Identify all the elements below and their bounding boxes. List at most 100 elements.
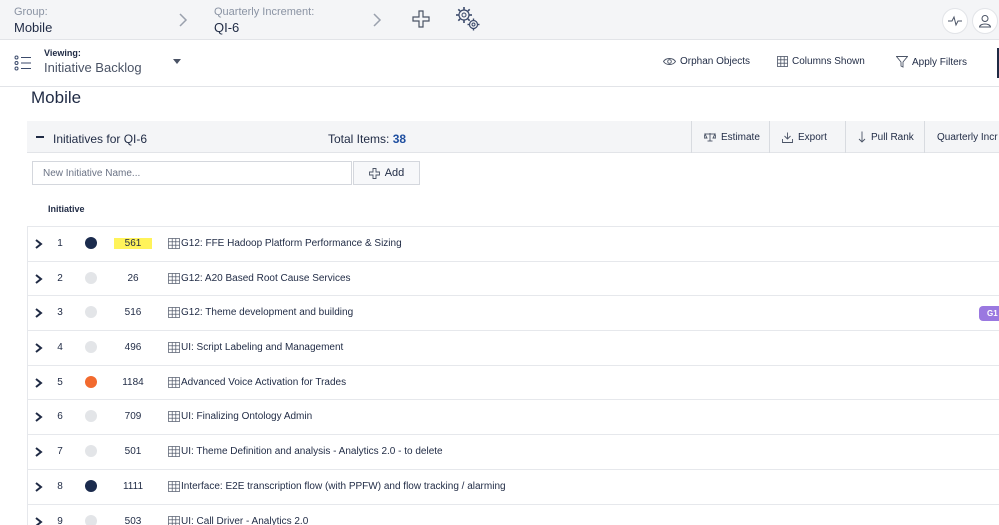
row-rank: 5	[57, 376, 63, 388]
group-selector[interactable]: Group: Mobile	[14, 6, 52, 36]
pull-rank-button[interactable]: Pull Rank	[845, 121, 924, 153]
qi-label: Quarterly Increment:	[214, 6, 315, 18]
expand-chevron-icon[interactable]	[34, 307, 44, 319]
table-row[interactable]: 5 1184 Advanced Voice Activation for Trade…	[27, 364, 999, 400]
initiative-id[interactable]: 516	[114, 307, 152, 318]
initiative-grid-icon	[168, 376, 180, 388]
expand-chevron-icon[interactable]	[34, 342, 44, 354]
initiative-id[interactable]: 1184	[114, 377, 152, 388]
page-title: Mobile	[31, 88, 82, 107]
columns-grid-icon	[777, 56, 788, 67]
column-header-initiative: Initiative	[48, 204, 85, 214]
export-button[interactable]: Export	[769, 121, 845, 153]
arrow-down-icon	[858, 131, 866, 143]
expand-chevron-icon[interactable]	[34, 377, 44, 389]
initiative-name[interactable]: UI: Theme Definition and analysis - Anal…	[181, 446, 443, 457]
settings-gears-icon[interactable]	[454, 5, 482, 33]
initiative-name[interactable]: G12: FFE Hadoop Platform Performance & S…	[181, 238, 402, 249]
expand-chevron-icon[interactable]	[34, 411, 44, 423]
initiative-grid-icon	[168, 515, 180, 525]
pulse-icon	[948, 15, 962, 27]
quarterly-increment-button[interactable]: Quarterly Incr	[924, 121, 999, 153]
view-bar: Viewing: Initiative Backlog Orphan Objec…	[0, 40, 999, 87]
row-rank: 4	[57, 342, 63, 354]
total-items: Total Items: 38	[328, 132, 406, 146]
quarterly-increment-selector[interactable]: Quarterly Increment: QI-6	[214, 6, 314, 36]
expand-chevron-icon[interactable]	[34, 273, 44, 285]
initiative-grid-icon	[168, 446, 180, 457]
table-row[interactable]: 3 516 G12: Theme development and building G…	[27, 295, 999, 331]
initiative-id[interactable]: 496	[114, 342, 152, 353]
expand-chevron-icon[interactable]	[34, 238, 44, 250]
initiative-name[interactable]: Advanced Voice Activation for Trades	[181, 377, 346, 388]
group-value: Mobile	[14, 20, 53, 35]
eye-icon	[663, 58, 676, 65]
table-row[interactable]: 2 26 G12: A20 Based Root Cause Services	[27, 260, 999, 296]
status-dot	[85, 479, 97, 492]
initiative-name[interactable]: Interface: E2E transcription flow (with …	[181, 481, 506, 492]
table-row[interactable]: 7 501 UI: Theme Definition and analysis - …	[27, 434, 999, 469]
initiative-id[interactable]: 561	[114, 238, 152, 249]
initiative-name[interactable]: G12: A20 Based Root Cause Services	[181, 273, 351, 284]
initiative-name[interactable]: G12: Theme development and building	[181, 307, 353, 318]
columns-shown-button[interactable]: Columns Shown	[777, 56, 865, 67]
list-view-icon	[14, 55, 31, 71]
pull-rank-label: Pull Rank	[871, 131, 914, 143]
add-icon[interactable]	[412, 10, 430, 28]
status-dot	[85, 306, 97, 319]
initiative-id[interactable]: 709	[114, 411, 152, 422]
chevron-right-icon	[179, 13, 188, 27]
apply-filters-label: Apply Filters	[912, 56, 968, 68]
initiative-id[interactable]: 1111	[114, 481, 152, 492]
status-dot	[85, 375, 97, 388]
status-dot	[85, 514, 97, 525]
apply-filters-button[interactable]: Apply Filters	[896, 56, 967, 68]
status-dot	[85, 341, 97, 354]
quarterly-increment-label: Quarterly Incr	[937, 131, 998, 143]
caret-down-icon[interactable]	[173, 59, 181, 64]
export-label: Export	[798, 131, 827, 143]
orphan-objects-label: Orphan Objects	[680, 56, 751, 67]
view-selector[interactable]: Initiative Backlog	[44, 60, 142, 75]
initiative-grid-icon	[168, 411, 180, 423]
qi-value: QI-6	[214, 20, 240, 35]
initiative-id[interactable]: 501	[114, 446, 152, 457]
initiative-name[interactable]: UI: Script Labeling and Management	[181, 342, 343, 353]
initiative-name[interactable]: UI: Finalizing Ontology Admin	[181, 411, 312, 422]
table-row[interactable]: 9 503 UI: Call Driver - Analytics 2.0	[27, 503, 999, 525]
collapse-icon[interactable]	[36, 136, 44, 138]
status-dot	[85, 410, 97, 423]
add-label: Add	[384, 167, 405, 179]
orphan-objects-button[interactable]: Orphan Objects	[663, 56, 750, 67]
initiative-name[interactable]: UI: Call Driver - Analytics 2.0	[181, 516, 308, 525]
estimate-label: Estimate	[721, 131, 760, 143]
table-row[interactable]: 6 709 UI: Finalizing Ontology Admin	[27, 399, 999, 435]
tag-badge: G1	[979, 306, 999, 322]
table-row[interactable]: 4 496 UI: Script Labeling and Management	[27, 330, 999, 365]
table-row[interactable]: 1 561 G12: FFE Hadoop Platform Performance…	[27, 226, 999, 261]
group-label: Group:	[14, 6, 48, 18]
estimate-button[interactable]: Estimate	[691, 121, 769, 153]
initiative-grid-icon	[168, 272, 180, 284]
activity-button[interactable]	[942, 8, 968, 34]
initiative-grid-icon	[168, 480, 180, 492]
new-initiative-input[interactable]	[32, 161, 352, 185]
chevron-right-icon	[373, 13, 382, 27]
initiative-grid-icon	[168, 307, 180, 319]
export-icon	[782, 132, 793, 143]
table-row[interactable]: 8 1111 Interface: E2E transcription flow (…	[27, 468, 999, 504]
user-profile-button[interactable]	[972, 8, 998, 34]
add-button[interactable]: Add	[353, 161, 420, 185]
status-dot	[85, 271, 97, 284]
expand-chevron-icon[interactable]	[34, 516, 44, 525]
section-header: Initiatives for QI-6 Total Items: 38 Est…	[27, 121, 999, 153]
initiative-id[interactable]: 26	[114, 273, 152, 284]
scale-icon	[704, 132, 716, 142]
row-rank: 8	[57, 480, 63, 492]
row-rank: 3	[57, 307, 63, 319]
expand-chevron-icon[interactable]	[34, 446, 44, 458]
row-rank: 6	[57, 411, 63, 423]
filter-icon	[896, 56, 908, 68]
initiative-id[interactable]: 503	[114, 516, 152, 525]
expand-chevron-icon[interactable]	[34, 481, 44, 493]
